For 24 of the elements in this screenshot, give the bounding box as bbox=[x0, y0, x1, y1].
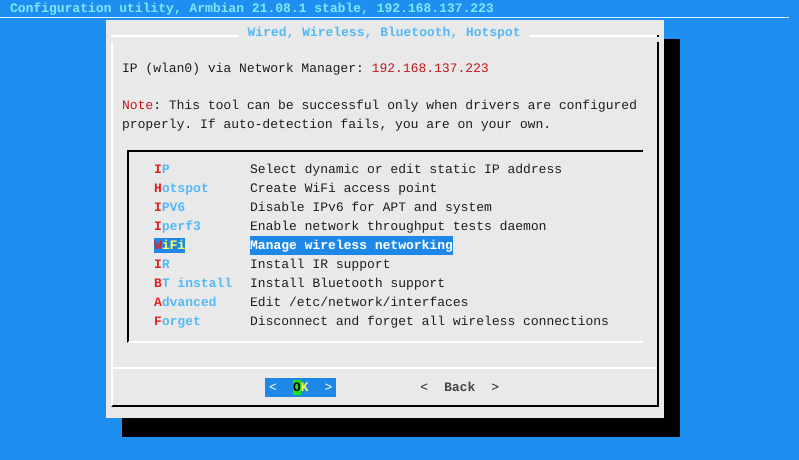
dialog-button[interactable]: < Back > bbox=[416, 378, 504, 396]
menu-tag[interactable]: IP bbox=[154, 162, 170, 177]
window-title: Configuration utility, Armbian 21.08.1 stable, 192.168.137.223 bbox=[10, 0, 495, 18]
menu-tag[interactable]: Hotspot bbox=[154, 181, 209, 196]
dialog-button[interactable]: < OK > bbox=[265, 378, 336, 396]
menu-tag[interactable]: Advanced bbox=[154, 295, 216, 310]
menu-description[interactable]: Edit /etc/network/interfaces bbox=[250, 293, 468, 312]
menu-description[interactable]: Enable network throughput tests daemon bbox=[250, 217, 546, 236]
menu-tag[interactable]: Forget bbox=[154, 314, 201, 329]
menu-description[interactable]: Create WiFi access point bbox=[250, 179, 438, 198]
menu-description[interactable]: Disable IPv6 for APT and system bbox=[250, 198, 492, 217]
note-text: Note: This tool can be successful only when drivers are configured properly. If auto-detection fails, you are on your own. bbox=[122, 97, 638, 134]
menu-tag[interactable]: IPV6 bbox=[154, 200, 186, 215]
menu-description[interactable]: Disconnect and forget all wireless connections bbox=[250, 312, 609, 331]
menu-description[interactable]: Select dynamic or edit static IP address bbox=[250, 160, 562, 179]
menu-description[interactable]: Install IR support bbox=[250, 255, 390, 274]
ip-address: 192.168.137.223 bbox=[372, 61, 489, 76]
menu-tag[interactable]: Iperf3 bbox=[154, 219, 201, 234]
menu-tag[interactable]: IR bbox=[154, 257, 170, 272]
menu-description[interactable]: Install Bluetooth support bbox=[250, 274, 446, 293]
menu-tag[interactable]: BT install bbox=[154, 276, 232, 291]
dialog-title: Wired, Wireless, Bluetooth, Hotspot bbox=[246, 24, 522, 42]
ip-label: IP (wlan0) via Network Manager: bbox=[122, 61, 364, 76]
menu-description[interactable]: Manage wireless networking bbox=[250, 236, 453, 255]
